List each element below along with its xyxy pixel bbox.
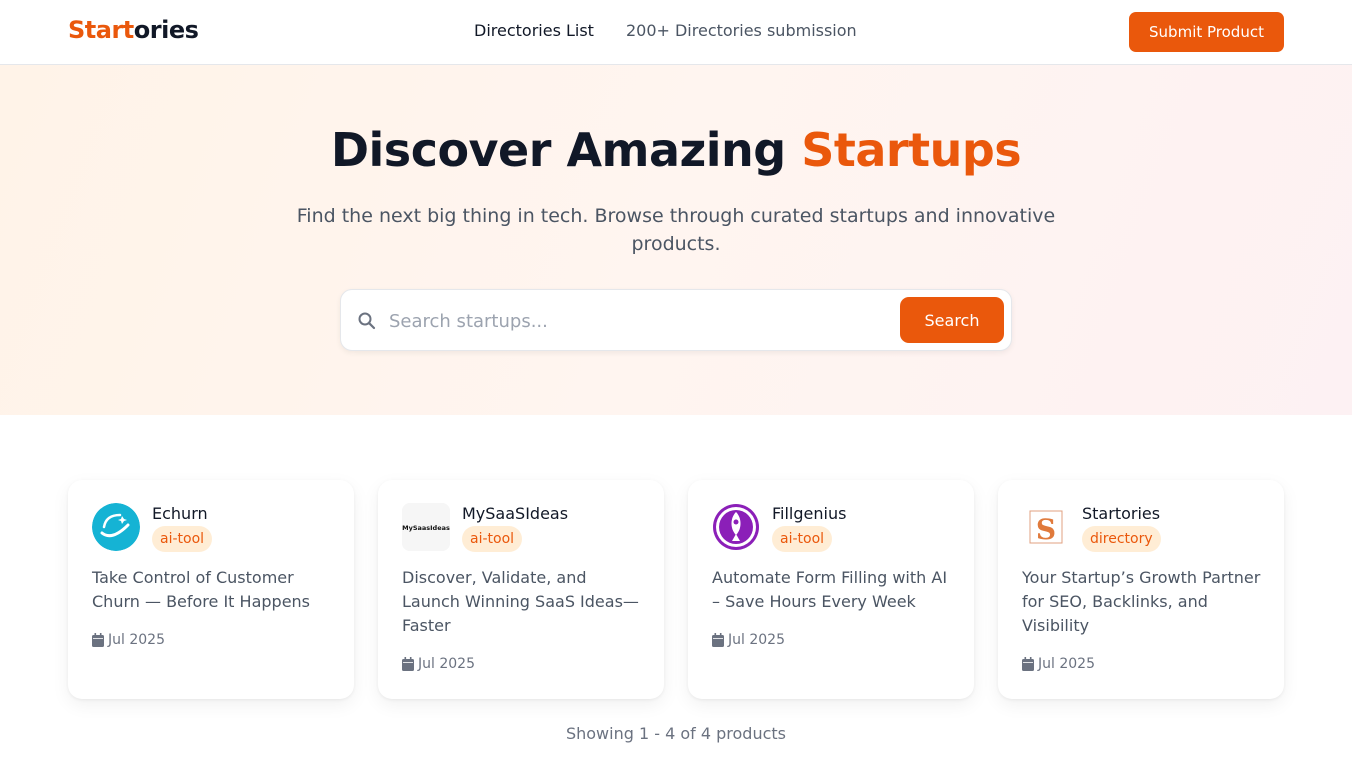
nav-directories-submission[interactable]: 200+ Directories submission bbox=[626, 21, 857, 40]
product-date-text: Jul 2025 bbox=[728, 632, 785, 648]
hero-title-main: Discover Amazing bbox=[330, 123, 786, 177]
product-name[interactable]: Startories bbox=[1082, 504, 1160, 523]
startories-logo: S bbox=[1022, 503, 1070, 551]
hero-title-accent: Startups bbox=[801, 123, 1022, 177]
main-nav: Directories List 200+ Directories submis… bbox=[474, 21, 857, 40]
product-date-text: Jul 2025 bbox=[1038, 656, 1095, 672]
product-card-echurn[interactable]: Echurn ai-tool Take Control of Customer … bbox=[68, 480, 354, 699]
product-description: Your Startup’s Growth Partner for SEO, B… bbox=[1022, 568, 1261, 635]
product-date-text: Jul 2025 bbox=[418, 656, 475, 672]
calendar-icon bbox=[402, 657, 414, 671]
nav-directories-list[interactable]: Directories List bbox=[474, 21, 594, 40]
product-date-text: Jul 2025 bbox=[108, 632, 165, 648]
product-name[interactable]: Echurn bbox=[152, 504, 208, 523]
product-name[interactable]: MySaaSIdeas bbox=[462, 504, 568, 523]
product-date: Jul 2025 bbox=[402, 656, 475, 672]
logo-accent-text: Start bbox=[68, 16, 134, 44]
hero-title: Discover Amazing Startups bbox=[0, 123, 1352, 177]
product-card-fillgenius[interactable]: Fillgenius ai-tool Automate Form Filling… bbox=[688, 480, 974, 699]
top-header: Startories Directories List 200+ Directo… bbox=[0, 0, 1352, 65]
product-name[interactable]: Fillgenius bbox=[772, 504, 846, 523]
calendar-icon bbox=[92, 633, 104, 647]
product-description: Automate Form Filling with AI – Save Hou… bbox=[712, 568, 948, 611]
category-badge[interactable]: ai-tool bbox=[152, 526, 213, 552]
fillgenius-logo bbox=[712, 503, 760, 551]
product-date: Jul 2025 bbox=[712, 632, 785, 648]
hero-section: Discover Amazing Startups Find the next … bbox=[0, 65, 1352, 415]
product-card-startories[interactable]: S Startories directory Your Startup’s Gr… bbox=[998, 480, 1284, 699]
product-description: Take Control of Customer Churn — Before … bbox=[92, 568, 311, 611]
calendar-icon bbox=[712, 633, 724, 647]
search-icon bbox=[358, 312, 376, 330]
product-description: Discover, Validate, and Launch Winning S… bbox=[402, 568, 639, 635]
category-badge[interactable]: ai-tool bbox=[772, 526, 833, 552]
mysaasideas-logo: MySaasIdeas bbox=[402, 503, 450, 551]
submit-product-button[interactable]: Submit Product bbox=[1129, 12, 1284, 52]
svg-text:S: S bbox=[1036, 513, 1056, 546]
search-input[interactable] bbox=[389, 302, 889, 340]
category-badge[interactable]: directory bbox=[1082, 526, 1161, 552]
product-date: Jul 2025 bbox=[92, 632, 165, 648]
category-badge[interactable]: ai-tool bbox=[462, 526, 523, 552]
product-date: Jul 2025 bbox=[1022, 656, 1095, 672]
product-card-mysaasideas[interactable]: MySaasIdeas MySaaSIdeas ai-tool Discover… bbox=[378, 480, 664, 699]
search-bar: Search bbox=[340, 289, 1012, 351]
results-summary: Showing 1 - 4 of 4 products bbox=[565, 724, 787, 743]
site-logo[interactable]: Startories bbox=[68, 16, 199, 44]
logo-text: ories bbox=[133, 16, 199, 44]
search-button[interactable]: Search bbox=[900, 297, 1004, 343]
hero-subtitle: Find the next big thing in tech. Browse … bbox=[296, 205, 1056, 255]
calendar-icon bbox=[1022, 657, 1034, 671]
svg-text:MySaasIdeas: MySaasIdeas bbox=[402, 524, 450, 532]
echurn-logo bbox=[92, 503, 140, 551]
